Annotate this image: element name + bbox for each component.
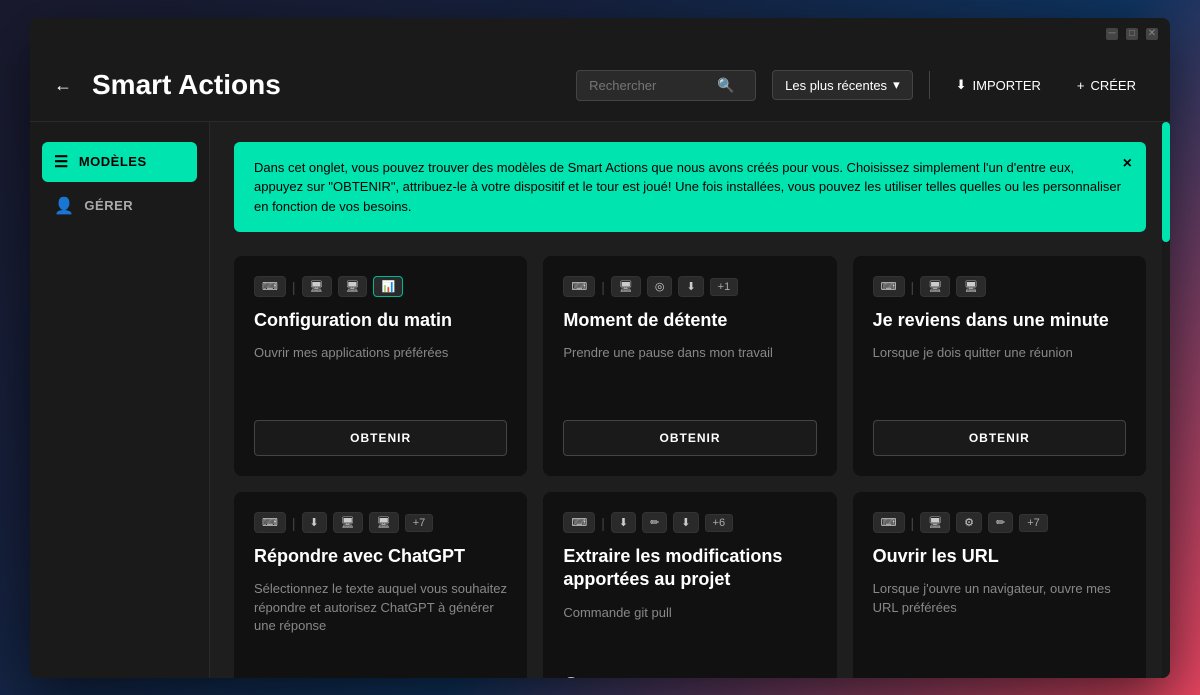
banner-close-button[interactable]: ×	[1123, 152, 1132, 176]
card-2-icon-circle: ◎	[647, 276, 673, 297]
card-1-icon-screen2: 🖥	[338, 276, 368, 297]
card-extraire-modifications: ⌨ | ⬇ ✏ ⬇ +6 Extraire les modifications …	[543, 492, 836, 678]
card-5-icons: ⌨ | ⬇ ✏ ⬇ +6	[563, 512, 816, 533]
card-5-icon-download2: ⬇	[673, 512, 698, 533]
page-title: Smart Actions	[92, 69, 560, 101]
card-6-badge: +7	[1019, 514, 1048, 532]
back-button[interactable]: ←	[54, 75, 72, 96]
card-5-icon-pen: ✏	[642, 512, 667, 533]
import-icon: ⬇	[956, 77, 967, 93]
card-6-icon-gear: ⚙	[956, 512, 982, 533]
scrollbar-track[interactable]	[1162, 122, 1170, 678]
card-6-divider: |	[911, 515, 915, 531]
card-reviens-minute: ⌨ | 🖥 🖥 Je reviens dans une minute Lorsq…	[853, 256, 1146, 476]
card-3-obtain-button[interactable]: OBTENIR	[873, 420, 1126, 456]
import-button[interactable]: ⬇ IMPORTER	[946, 71, 1051, 99]
card-5-icon-keyboard: ⌨	[563, 512, 595, 533]
card-3-icon-screen: 🖥	[920, 276, 950, 297]
card-2-description: Prendre une pause dans mon travail	[563, 344, 816, 408]
info-banner: Dans cet onglet, vous pouvez trouver des…	[234, 142, 1146, 233]
create-button[interactable]: + CRÉER	[1067, 72, 1146, 99]
import-label: IMPORTER	[973, 78, 1041, 93]
card-4-icon-screen: 🖥	[333, 512, 363, 533]
header-divider	[929, 71, 930, 99]
card-1-icon-excel: 📊	[373, 276, 403, 297]
card-2-divider: |	[601, 279, 605, 295]
chevron-down-icon: ▾	[893, 77, 900, 93]
card-3-icons: ⌨ | 🖥 🖥	[873, 276, 1126, 297]
card-3-divider: |	[911, 279, 915, 295]
card-1-icon-screen: 🖥	[302, 276, 332, 297]
scrollbar-thumb[interactable]	[1162, 122, 1170, 242]
sidebar-item-modeles[interactable]: ☰ MODÈLES	[42, 142, 197, 182]
sort-button[interactable]: Les plus récentes ▾	[772, 70, 912, 100]
card-4-icon-download: ⬇	[302, 512, 327, 533]
titlebar: ─ □ ✕	[30, 18, 1170, 50]
card-2-icon-keyboard: ⌨	[563, 276, 595, 297]
card-2-icons: ⌨ | 🖥 ◎ ⬇ +1	[563, 276, 816, 297]
main-wrapper: Dans cet onglet, vous pouvez trouver des…	[210, 122, 1170, 678]
card-1-title: Configuration du matin	[254, 309, 507, 332]
card-ouvrir-url: ⌨ | 🖥 ⚙ ✏ +7 Ouvrir les URL Lorsque j'ou…	[853, 492, 1146, 678]
card-1-obtain-button[interactable]: OBTENIR	[254, 420, 507, 456]
card-1-icons: ⌨ | 🖥 🖥 📊	[254, 276, 507, 297]
card-3-title: Je reviens dans une minute	[873, 309, 1126, 332]
sidebar-item-modeles-label: MODÈLES	[79, 154, 147, 169]
search-box[interactable]: 🔍	[576, 70, 756, 101]
card-6-icons: ⌨ | 🖥 ⚙ ✏ +7	[873, 512, 1126, 533]
card-2-obtain-button[interactable]: OBTENIR	[563, 420, 816, 456]
create-label: CRÉER	[1090, 78, 1136, 93]
sort-label: Les plus récentes	[785, 78, 887, 93]
card-configuration-matin: ⌨ | 🖥 🖥 📊 Configuration du matin Ouvrir …	[234, 256, 527, 476]
card-5-description: Commande git pull	[563, 604, 816, 664]
card-moment-detente: ⌨ | 🖥 ◎ ⬇ +1 Moment de détente Prendre u…	[543, 256, 836, 476]
card-4-divider: |	[292, 515, 296, 531]
card-6-icon-screen: 🖥	[920, 512, 950, 533]
card-5-comment-icon: 💬	[563, 676, 579, 678]
card-1-description: Ouvrir mes applications préférées	[254, 344, 507, 408]
create-icon: +	[1077, 78, 1085, 93]
card-4-icons: ⌨ | ⬇ 🖥 🖥 +7	[254, 512, 507, 533]
main-content: Dans cet onglet, vous pouvez trouver des…	[210, 122, 1170, 678]
card-5-title: Extraire les modifications apportées au …	[563, 545, 816, 592]
card-2-icon-download: ⬇	[678, 276, 703, 297]
sidebar-item-gerer-label: GÉRER	[84, 198, 133, 213]
card-4-title: Répondre avec ChatGPT	[254, 545, 507, 568]
card-6-icon-keyboard: ⌨	[873, 512, 905, 533]
card-2-badge: +1	[710, 278, 739, 296]
card-3-icon-screen2: 🖥	[956, 276, 986, 297]
body-layout: ☰ MODÈLES 👤 GÉRER Dans cet onglet, vous …	[30, 122, 1170, 678]
manage-icon: 👤	[54, 196, 74, 216]
card-5-comment-label: COMMENTAIRES	[586, 677, 690, 678]
card-4-badge: +7	[405, 514, 434, 532]
header: ← Smart Actions 🔍 Les plus récentes ▾ ⬇ …	[30, 50, 1170, 122]
card-5-divider: |	[601, 515, 605, 531]
sidebar: ☰ MODÈLES 👤 GÉRER	[30, 122, 210, 678]
card-1-icon-keyboard: ⌨	[254, 276, 286, 297]
card-6-title: Ouvrir les URL	[873, 545, 1126, 568]
card-6-icon-pen: ✏	[988, 512, 1013, 533]
card-5-icon-download: ⬇	[611, 512, 636, 533]
sidebar-item-gerer[interactable]: 👤 GÉRER	[42, 186, 197, 226]
models-icon: ☰	[54, 152, 69, 172]
card-1-divider: |	[292, 279, 296, 295]
card-5-badge: +6	[705, 514, 734, 532]
card-4-icon-screen2: 🖥	[369, 512, 399, 533]
card-6-description: Lorsque j'ouvre un navigateur, ouvre mes…	[873, 580, 1126, 677]
card-3-description: Lorsque je dois quitter une réunion	[873, 344, 1126, 408]
close-button[interactable]: ✕	[1146, 28, 1158, 40]
card-chatgpt: ⌨ | ⬇ 🖥 🖥 +7 Répondre avec ChatGPT Sélec…	[234, 492, 527, 678]
banner-text: Dans cet onglet, vous pouvez trouver des…	[254, 160, 1121, 214]
main-window: ─ □ ✕ ← Smart Actions 🔍 Les plus récente…	[30, 18, 1170, 678]
search-input[interactable]	[589, 78, 709, 93]
cards-grid: ⌨ | 🖥 🖥 📊 Configuration du matin Ouvrir …	[234, 256, 1146, 678]
minimize-button[interactable]: ─	[1106, 28, 1118, 40]
card-2-title: Moment de détente	[563, 309, 816, 332]
card-4-icon-keyboard: ⌨	[254, 512, 286, 533]
card-2-icon-screen: 🖥	[611, 276, 641, 297]
maximize-button[interactable]: □	[1126, 28, 1138, 40]
card-4-description: Sélectionnez le texte auquel vous souhai…	[254, 580, 507, 677]
card-3-icon-keyboard: ⌨	[873, 276, 905, 297]
search-icon: 🔍	[717, 77, 734, 94]
